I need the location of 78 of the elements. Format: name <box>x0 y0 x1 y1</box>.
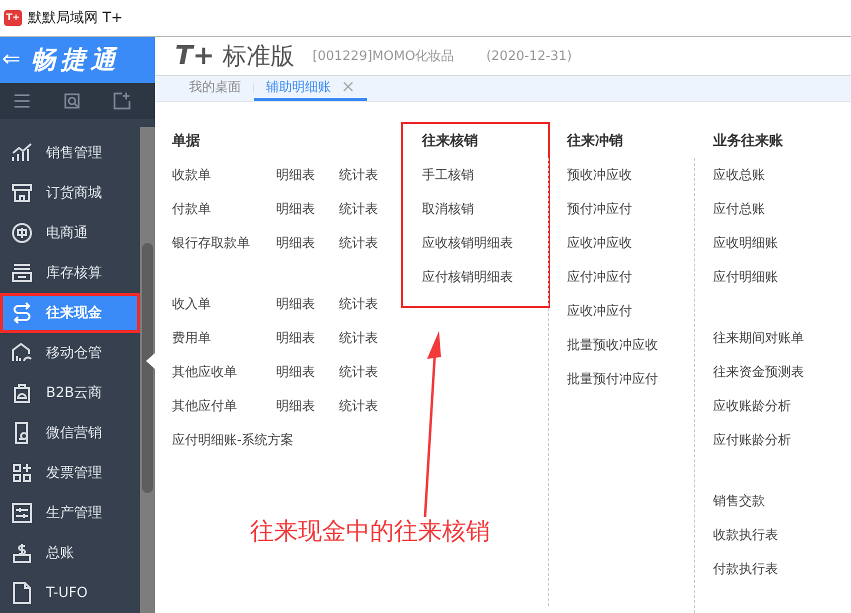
menu-link[interactable]: 收入单 <box>172 295 276 313</box>
menu-link[interactable]: 应付总账 <box>713 200 765 218</box>
menu-link[interactable]: 统计表 <box>339 397 378 415</box>
menu-link[interactable]: 收款单 <box>172 166 276 184</box>
sidebar-item[interactable]: 订货商城 <box>0 173 140 213</box>
scrollbar-thumb[interactable] <box>142 243 153 493</box>
menu-link[interactable]: 往来期间对账单 <box>713 329 804 347</box>
menu-link[interactable]: 明细表 <box>276 329 339 347</box>
browser-tab-title[interactable]: 默默局域网 T+ <box>28 9 123 27</box>
sidebar-item[interactable]: 微信营销 <box>0 413 140 453</box>
menu-link[interactable]: 明细表 <box>276 234 339 252</box>
section-heading: 单据 <box>172 132 201 151</box>
menu-link[interactable]: 应收冲应付 <box>567 302 632 320</box>
module-icon <box>10 541 34 565</box>
menu-link[interactable]: 批量预付冲应付 <box>567 370 658 388</box>
brand-name: 畅捷通 <box>30 44 120 76</box>
sidebar-item[interactable]: 销售管理 <box>0 133 140 173</box>
menu-link[interactable]: 明细表 <box>276 397 339 415</box>
menu-link[interactable]: 统计表 <box>339 363 378 381</box>
annotation-text: 往来现金中的往来核销 <box>250 516 490 547</box>
sidebar-item[interactable]: T-UFO <box>0 573 140 613</box>
menu-link[interactable]: 预付冲应付 <box>567 200 632 218</box>
menu-link[interactable]: 应收冲应收 <box>567 234 632 252</box>
company-name: [001229]MOMO化妆品 <box>312 48 454 66</box>
menu-link[interactable]: 应收核销明细表 <box>422 234 513 252</box>
menu-link[interactable]: 明细表 <box>276 295 339 313</box>
module-icon <box>10 581 34 605</box>
section-heading: 往来冲销 <box>566 132 624 151</box>
menu-link[interactable]: 应付明细账 <box>713 268 778 286</box>
menu-link[interactable]: 付款单 <box>172 200 276 218</box>
product-logo: T+ <box>175 41 215 72</box>
add-icon[interactable] <box>112 90 132 111</box>
menu-link[interactable]: 应付核销明细表 <box>422 268 513 286</box>
menu-link[interactable]: 明细表 <box>276 166 339 184</box>
menu-link[interactable]: 明细表 <box>276 363 339 381</box>
module-icon <box>10 181 34 205</box>
menu-link[interactable]: 批量预收冲应收 <box>567 336 658 354</box>
sidebar-item[interactable]: 发票管理 <box>0 453 140 493</box>
menu-link[interactable]: 统计表 <box>339 295 378 313</box>
menu-link[interactable]: 银行存取款单 <box>172 234 276 252</box>
sidebar-item[interactable]: 生产管理 <box>0 493 140 533</box>
module-icon <box>10 501 34 525</box>
site-favicon: T+ <box>4 10 22 26</box>
section-heading: 往来核销 <box>420 132 479 151</box>
menu-link[interactable]: 应付冲应付 <box>567 268 632 286</box>
menu-link[interactable]: 明细表 <box>276 200 339 218</box>
menu-link[interactable]: 其他应付单 <box>172 397 276 415</box>
menu-link[interactable]: 应收账龄分析 <box>713 397 791 415</box>
menu-link[interactable]: 统计表 <box>339 200 378 218</box>
menu-link[interactable]: 费用单 <box>172 329 276 347</box>
menu-link[interactable]: 应付账龄分析 <box>713 431 791 449</box>
sidebar-item[interactable]: 总账 <box>0 533 140 573</box>
menu-link[interactable]: 统计表 <box>339 166 378 184</box>
menu-link[interactable]: 销售交款 <box>713 492 765 510</box>
module-icon <box>10 221 34 245</box>
sidebar-item[interactable]: B2B云商 <box>0 373 140 413</box>
menu-link[interactable]: 取消核销 <box>422 200 474 218</box>
account-date: (2020-12-31) <box>486 48 572 64</box>
menu-link[interactable]: 应收总账 <box>713 166 765 184</box>
edition-title: 标准版 <box>222 41 295 72</box>
menu-link[interactable]: 统计表 <box>339 234 378 252</box>
menu-link[interactable]: 付款执行表 <box>713 560 778 578</box>
scrollbar[interactable] <box>140 127 155 613</box>
menu-link[interactable]: 统计表 <box>339 329 378 347</box>
module-icon <box>10 261 34 285</box>
menu-link[interactable]: 应收明细账 <box>713 234 778 252</box>
sidebar-item[interactable]: 移动仓管 <box>0 333 140 373</box>
menu-link[interactable]: 其他应收单 <box>172 363 276 381</box>
menu-link[interactable]: 手工核销 <box>422 166 474 184</box>
sidebar-item[interactable]: 库存核算 <box>0 253 140 293</box>
menu-link[interactable]: 应付明细账-系统方案 <box>172 431 294 449</box>
module-icon <box>10 461 34 485</box>
menu-link[interactable]: 收款执行表 <box>713 526 778 544</box>
sidebar-item[interactable]: 电商通 <box>0 213 140 253</box>
section-heading: 业务往来账 <box>712 132 784 151</box>
menu-link[interactable]: 预收冲应收 <box>567 166 632 184</box>
search-icon[interactable] <box>62 90 82 111</box>
menu-link[interactable]: 往来资金预测表 <box>713 363 804 381</box>
